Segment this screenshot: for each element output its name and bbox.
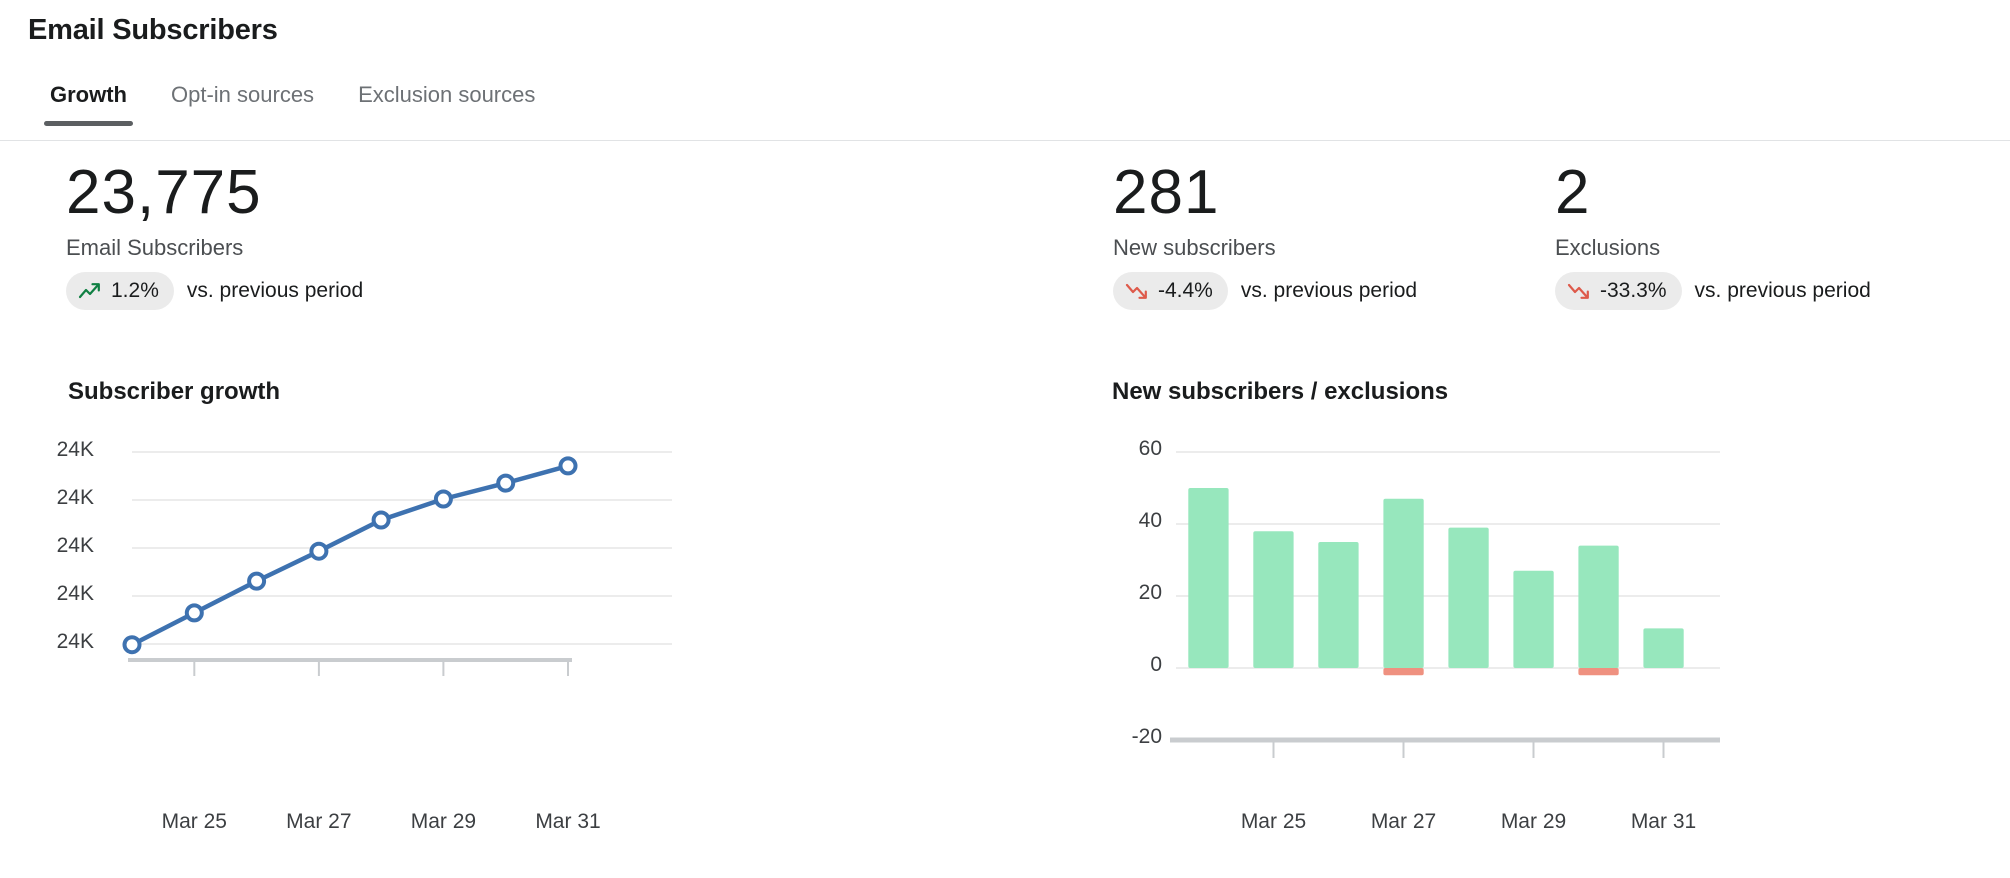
trend-badge-down-exclusions: -33.3% [1555,272,1682,311]
email-subscribers-page: Email Subscribers Growth Opt-in sources … [0,0,2010,878]
trend-up-icon [78,281,102,301]
line-x-tick-label: Mar 27 [286,810,352,833]
subscriber-growth-svg [122,451,672,676]
trend-suffix-email-subscribers: vs. previous period [186,279,364,303]
bar-y-tick-label: 20 [1138,581,1162,604]
tab-exclusion-sources[interactable]: Exclusion sources [336,78,557,126]
line-y-tick-label: 24K [56,582,94,605]
trend-down-value-exclusions: -33.3% [1600,279,1667,303]
metric-new-subscribers-value: 281 [1113,158,1220,227]
tab-opt-in-sources[interactable]: Opt-in sources [149,78,336,126]
bar-y-tick-label: 60 [1138,437,1162,460]
metric-exclusions: 2 Exclusions -33.3% vs. previous period [1555,158,1871,311]
new-subscribers-exclusions-chart [1104,440,1724,780]
trend-suffix-exclusions: vs. previous period [1694,279,1871,303]
bar-y-tick-label: 0 [1150,653,1162,676]
metric-exclusions-label: Exclusions [1555,235,1661,261]
metric-email-subscribers: 23,775 Email Subscribers 1.2% vs. previo… [66,158,364,311]
metric-email-subscribers-value: 23,775 [66,158,262,227]
metric-new-subscribers-label: New subscribers [1113,235,1276,261]
trend-suffix-new-subscribers: vs. previous period [1240,279,1418,303]
metric-email-subscribers-label: Email Subscribers [66,235,244,261]
line-y-tick-label: 24K [56,438,94,461]
metric-exclusions-value: 2 [1555,158,1591,227]
metric-exclusions-trend: -33.3% vs. previous period [1555,272,1871,311]
line-y-tick-label: 24K [56,486,94,509]
bar-x-tick-label: Mar 25 [1240,810,1307,833]
line-x-tick-label: Mar 29 [410,810,477,833]
new-subscribers-exclusions-svg [1170,451,1720,758]
metric-email-subscribers-trend: 1.2% vs. previous period [66,272,364,311]
page-title: Email Subscribers [28,14,278,46]
tab-bar: Growth Opt-in sources Exclusion sources [28,78,557,126]
bar-y-tick-label: 40 [1138,509,1162,532]
line-x-tick-label: Mar 25 [161,810,227,833]
trend-down-icon [1125,281,1149,301]
line-x-tick-label: Mar 31 [535,810,601,833]
subscriber-growth-chart [60,440,680,690]
trend-badge-down-new-subscribers: -4.4% [1113,272,1228,311]
tab-growth-label: Growth [50,82,127,107]
metric-new-subscribers-trend: -4.4% vs. previous period [1113,272,1418,311]
trend-badge-up: 1.2% [66,272,174,311]
trend-down-icon [1567,281,1591,301]
new-subscribers-exclusions-heading: New subscribers / exclusions [1112,378,1449,405]
tabs-divider [0,140,2010,141]
tab-exclusion-sources-label: Exclusion sources [358,82,536,107]
bar-x-tick-label: Mar 29 [1500,810,1567,833]
metric-new-subscribers: 281 New subscribers -4.4% vs. previous p… [1113,158,1418,311]
tab-opt-in-sources-label: Opt-in sources [171,82,315,107]
trend-down-value-new-subscribers: -4.4% [1158,279,1213,303]
bar-x-tick-label: Mar 27 [1370,810,1437,833]
subscriber-growth-heading: Subscriber growth [68,378,281,405]
line-y-tick-label: 24K [56,630,94,653]
bar-y-tick-label: -20 [1131,725,1162,748]
trend-up-value: 1.2% [111,279,159,303]
line-y-tick-label: 24K [56,534,94,557]
tab-growth[interactable]: Growth [28,78,149,126]
bar-x-tick-label: Mar 31 [1630,810,1697,833]
